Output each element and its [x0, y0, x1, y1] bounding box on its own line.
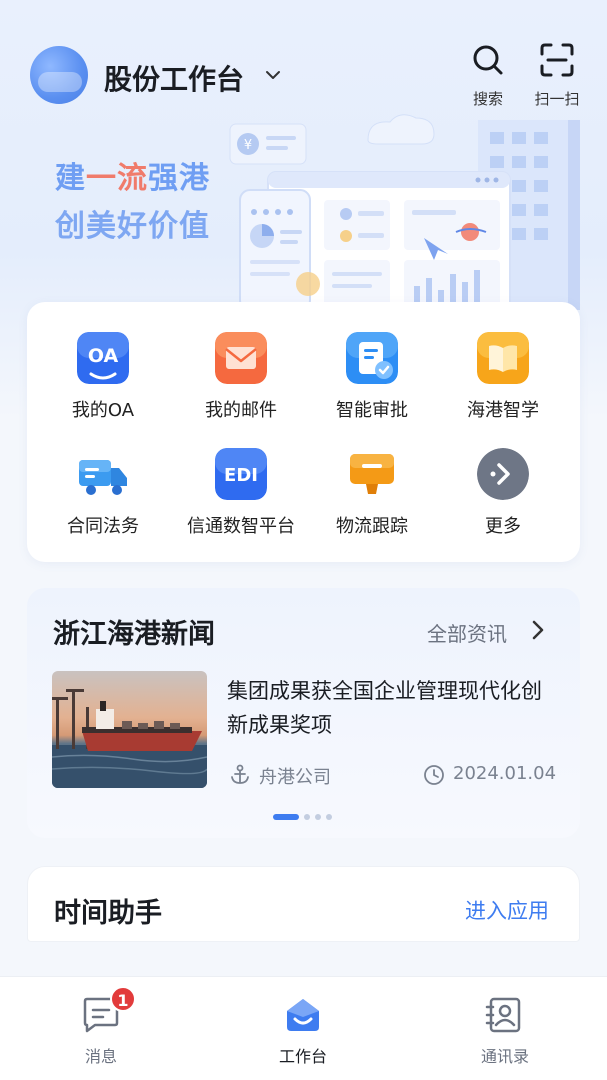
- svg-text:¥: ¥: [244, 138, 252, 153]
- edi-icon-text: EDI: [224, 465, 258, 486]
- more-icon: [477, 448, 529, 500]
- clock-icon: [424, 765, 444, 785]
- workbench-icon: [287, 999, 319, 1031]
- banner-slogan: 建一流强港 创美好价值: [55, 155, 210, 251]
- slogan-line2: 创美好价值: [55, 209, 210, 244]
- all-news-link[interactable]: 全部资讯: [427, 618, 507, 647]
- message-badge: 1: [110, 986, 136, 1012]
- chevron-right-icon[interactable]: [531, 620, 545, 640]
- app-edi-platform[interactable]: EDI 信通数智平台: [172, 418, 310, 537]
- enter-app-link[interactable]: 进入应用: [465, 895, 549, 925]
- carousel-indicator: [273, 814, 343, 822]
- app-label: 更多: [485, 516, 521, 537]
- slogan-part: 建: [55, 161, 86, 196]
- news-source: 舟港公司: [259, 767, 331, 788]
- app-smart-approval[interactable]: 智能审批: [303, 302, 441, 421]
- tab-label: 消息: [84, 1047, 117, 1066]
- anchor-icon: [231, 764, 249, 784]
- app-contract-legal[interactable]: 合同法务: [34, 418, 172, 537]
- news-date: 2024.01.04: [453, 763, 557, 784]
- time-assistant-card: 时间助手 进入应用: [27, 866, 580, 942]
- news-section-title: 浙江海港新闻: [53, 619, 215, 650]
- oa-icon: OA: [77, 332, 129, 384]
- chevron-down-icon[interactable]: [264, 66, 282, 84]
- carousel-dot[interactable]: [304, 814, 310, 820]
- app-label: 信通数智平台: [187, 516, 295, 537]
- news-headline[interactable]: 集团成果获全国企业管理现代化创新成果奖项: [227, 674, 557, 742]
- header: 股份工作台 搜索 扫一扫: [0, 0, 607, 120]
- company-logo: [30, 46, 88, 104]
- edi-icon: EDI: [215, 448, 267, 500]
- search-icon: [473, 45, 503, 75]
- app-my-mail[interactable]: 我的邮件: [172, 302, 310, 421]
- carousel-dot[interactable]: [315, 814, 321, 820]
- banner-illustration: ¥: [229, 114, 580, 310]
- apps-grid: OA 我的OA 我的邮件 智能审批 海港智学 合同法务 EDI 信通数智平台 物…: [27, 302, 580, 562]
- mail-icon: [215, 332, 267, 384]
- news-card: 浙江海港新闻 全部资讯 集团成果获全国企业管理现代化创新成果奖项 舟港公司 20…: [27, 588, 580, 838]
- company-switcher-label[interactable]: 股份工作台: [104, 58, 244, 98]
- book-icon: [477, 332, 529, 384]
- tab-contacts[interactable]: 通讯录: [445, 977, 565, 1080]
- oa-icon-text: OA: [88, 345, 119, 367]
- contacts-icon: [485, 997, 521, 1033]
- app-more[interactable]: 更多: [434, 418, 572, 537]
- carousel-dot-active[interactable]: [273, 814, 299, 820]
- slogan-part: 强港: [148, 161, 210, 196]
- app-port-learning[interactable]: 海港智学: [434, 302, 572, 421]
- tab-messages[interactable]: 消息: [41, 977, 161, 1080]
- app-logistics-tracking[interactable]: 物流跟踪: [303, 418, 441, 537]
- news-thumbnail[interactable]: [52, 671, 207, 788]
- approval-icon: [346, 332, 398, 384]
- logistics-icon: [350, 454, 394, 494]
- app-label: 合同法务: [67, 516, 139, 537]
- bottom-tab-bar: 消息 工作台 通讯录: [0, 976, 607, 1080]
- scan-label: 扫一扫: [534, 90, 580, 108]
- search-button[interactable]: 搜索: [458, 42, 518, 108]
- app-label: 物流跟踪: [336, 516, 408, 537]
- tab-label: 通讯录: [480, 1047, 529, 1066]
- truck-icon: [79, 460, 127, 495]
- search-label: 搜索: [472, 90, 503, 108]
- tab-label: 工作台: [278, 1047, 327, 1066]
- carousel-dot[interactable]: [326, 814, 332, 820]
- app-my-oa[interactable]: OA 我的OA: [34, 302, 172, 421]
- slogan-highlight: 一流: [86, 161, 148, 196]
- ship-image: [52, 689, 207, 788]
- tab-workbench[interactable]: 工作台: [243, 977, 363, 1080]
- scan-icon: [540, 43, 574, 77]
- time-assistant-title: 时间助手: [54, 898, 162, 929]
- scan-button[interactable]: 扫一扫: [527, 42, 587, 108]
